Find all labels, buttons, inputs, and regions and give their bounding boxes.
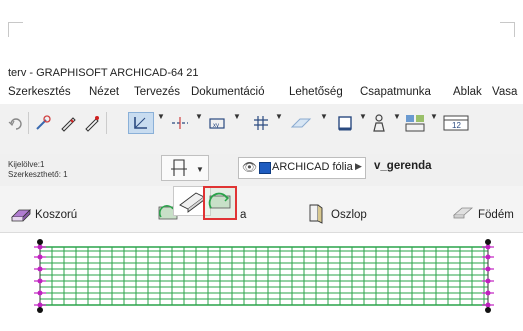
dimension-icon[interactable]: xy xyxy=(206,112,230,134)
favorites-button[interactable]: ▼ xyxy=(161,155,209,181)
selected-count: Kijelölve:1 xyxy=(8,160,45,169)
svg-text:xy: xy xyxy=(213,123,219,129)
layout-icon[interactable] xyxy=(403,112,427,134)
corner-hotspot xyxy=(37,307,43,313)
chevron-down-icon[interactable]: ▼ xyxy=(320,112,328,121)
plane-icon[interactable] xyxy=(288,112,314,134)
frame-corner xyxy=(8,22,23,37)
selection-info: Kijelölve:1 Szerkeszthető: 1 xyxy=(8,160,126,184)
corner-hotspot xyxy=(485,239,491,245)
chevron-down-icon[interactable]: ▼ xyxy=(195,112,203,121)
layer-color-icon xyxy=(259,162,271,174)
editable-count: Szerkeszthető: 1 xyxy=(8,170,68,179)
corner-hotspot xyxy=(37,239,43,245)
chevron-down-icon[interactable]: ▼ xyxy=(430,112,438,121)
oszlop-label[interactable]: Oszlop xyxy=(331,209,367,221)
undo-icon[interactable] xyxy=(6,112,26,134)
arrow-tool-icon[interactable] xyxy=(128,112,154,134)
window-title: terv - GRAPHISOFT ARCHICAD-64 21 xyxy=(8,67,199,79)
triangle-right-icon[interactable]: ▶ xyxy=(355,161,362,172)
menu-csapatmunka[interactable]: Csapatmunka xyxy=(360,86,431,98)
grid-snap-icon[interactable] xyxy=(250,112,272,134)
menu-tervezes[interactable]: Tervezés xyxy=(134,86,180,98)
frame-corner xyxy=(500,22,515,37)
menu-bar: Szerkesztés Nézet Tervezés Dokumentáció … xyxy=(0,82,523,104)
menu-lehetoseg[interactable]: Lehetőség xyxy=(289,86,343,98)
menu-nezet[interactable]: Nézet xyxy=(89,86,119,98)
fodem-label[interactable]: Födém xyxy=(478,209,514,221)
chevron-down-icon[interactable]: ▼ xyxy=(275,112,283,121)
chevron-down-icon[interactable]: ▼ xyxy=(157,112,165,121)
menu-dokumentacio[interactable]: Dokumentáció xyxy=(191,86,265,98)
beam-plan xyxy=(34,239,494,313)
drawing-canvas[interactable] xyxy=(0,233,523,331)
chevron-down-icon[interactable]: ▼ xyxy=(233,112,241,121)
layer-name: ARCHICAD fólia xyxy=(272,161,353,173)
column-icon[interactable] xyxy=(305,202,327,224)
eye-icon[interactable]: 👁 xyxy=(242,160,257,174)
table-icon[interactable]: 12 xyxy=(442,112,470,134)
chevron-down-icon[interactable]: ▼ xyxy=(393,112,401,121)
gerenda-label[interactable]: a xyxy=(240,209,246,221)
svg-text:▼: ▼ xyxy=(196,165,204,174)
element-id[interactable]: v_gerenda xyxy=(374,160,432,172)
slab-icon[interactable] xyxy=(452,203,474,223)
pen-icon[interactable] xyxy=(82,112,102,134)
align-icon[interactable] xyxy=(168,112,192,134)
menu-vasa[interactable]: Vasa xyxy=(492,86,517,98)
beam-grid xyxy=(39,241,489,311)
menu-ablak[interactable]: Ablak xyxy=(453,86,482,98)
chevron-down-icon[interactable]: ▼ xyxy=(359,112,367,121)
figure-icon[interactable] xyxy=(368,112,390,134)
tool-row xyxy=(0,186,523,233)
koszoru-icon[interactable] xyxy=(10,203,32,225)
beam-tool-highlight[interactable] xyxy=(203,186,237,220)
selection-nodes xyxy=(34,239,494,313)
corner-hotspot xyxy=(485,307,491,313)
magic-wand-icon[interactable] xyxy=(33,112,53,134)
pencil-icon[interactable] xyxy=(58,112,78,134)
menu-szerkesztes[interactable]: Szerkesztés xyxy=(8,86,71,98)
zoom-badge: 12 xyxy=(452,121,461,130)
shape-icon[interactable] xyxy=(334,112,356,134)
koszoru-label[interactable]: Koszorú xyxy=(35,209,77,221)
